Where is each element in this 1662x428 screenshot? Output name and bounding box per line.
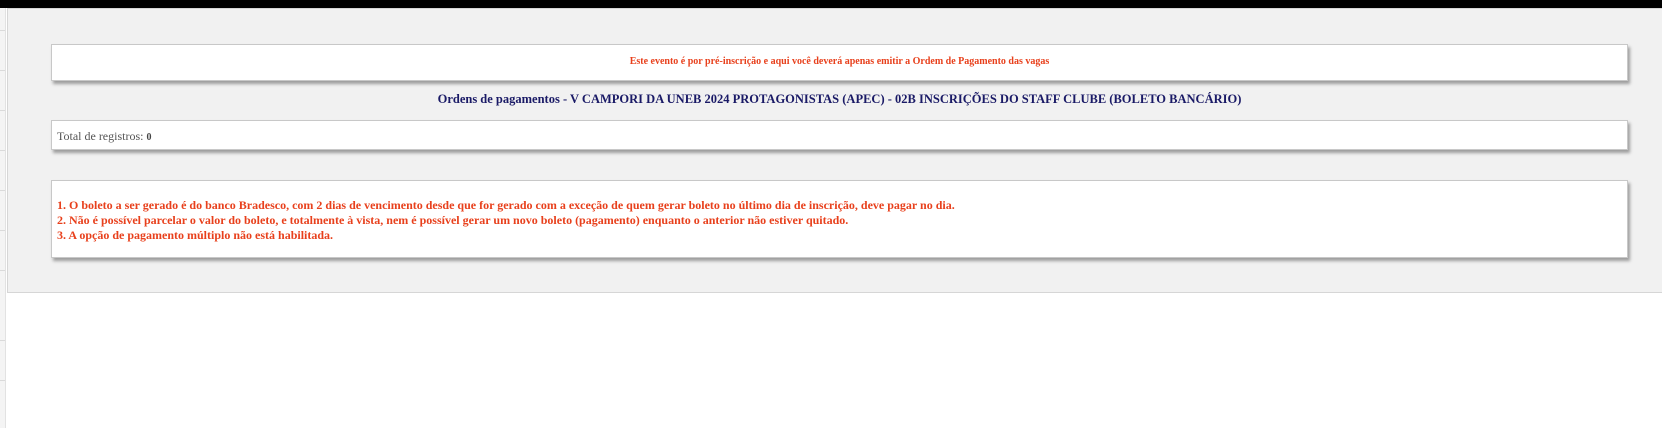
rule-item: 2. Não é possível parcelar o valor do bo… [57, 213, 849, 227]
left-scroll-strip [0, 8, 6, 428]
rule-item: 3. A opção de pagamento múltiplo não est… [57, 228, 334, 242]
strip-segment [0, 128, 5, 151]
rules-list: 1. O boleto a ser gerado é do banco Brad… [57, 198, 955, 243]
record-count-value: 0 [146, 132, 152, 143]
record-count-box: Total de registros: 0 [51, 120, 1628, 150]
record-count: Total de registros: 0 [57, 129, 151, 144]
record-count-label: Total de registros: [57, 129, 144, 143]
rules-box: 1. O boleto a ser gerado é do banco Brad… [51, 180, 1628, 258]
notice-box: Este evento é por pré-inscrição e aqui v… [51, 44, 1628, 81]
strip-segment [0, 318, 5, 341]
page-title: Ordens de pagamentos - V CAMPORI DA UNEB… [437, 92, 1242, 106]
strip-segment [0, 168, 5, 191]
strip-segment [0, 48, 5, 71]
strip-segment [0, 88, 5, 111]
strip-segment [0, 248, 5, 271]
content-panel: Este evento é por pré-inscrição e aqui v… [7, 8, 1662, 293]
rule-item: 1. O boleto a ser gerado é do banco Brad… [57, 198, 955, 212]
strip-segment [0, 358, 5, 381]
notice-text: Este evento é por pré-inscrição e aqui v… [629, 56, 1050, 67]
strip-segment [0, 208, 5, 231]
strip-segment [0, 8, 5, 31]
top-bar [0, 0, 1662, 8]
